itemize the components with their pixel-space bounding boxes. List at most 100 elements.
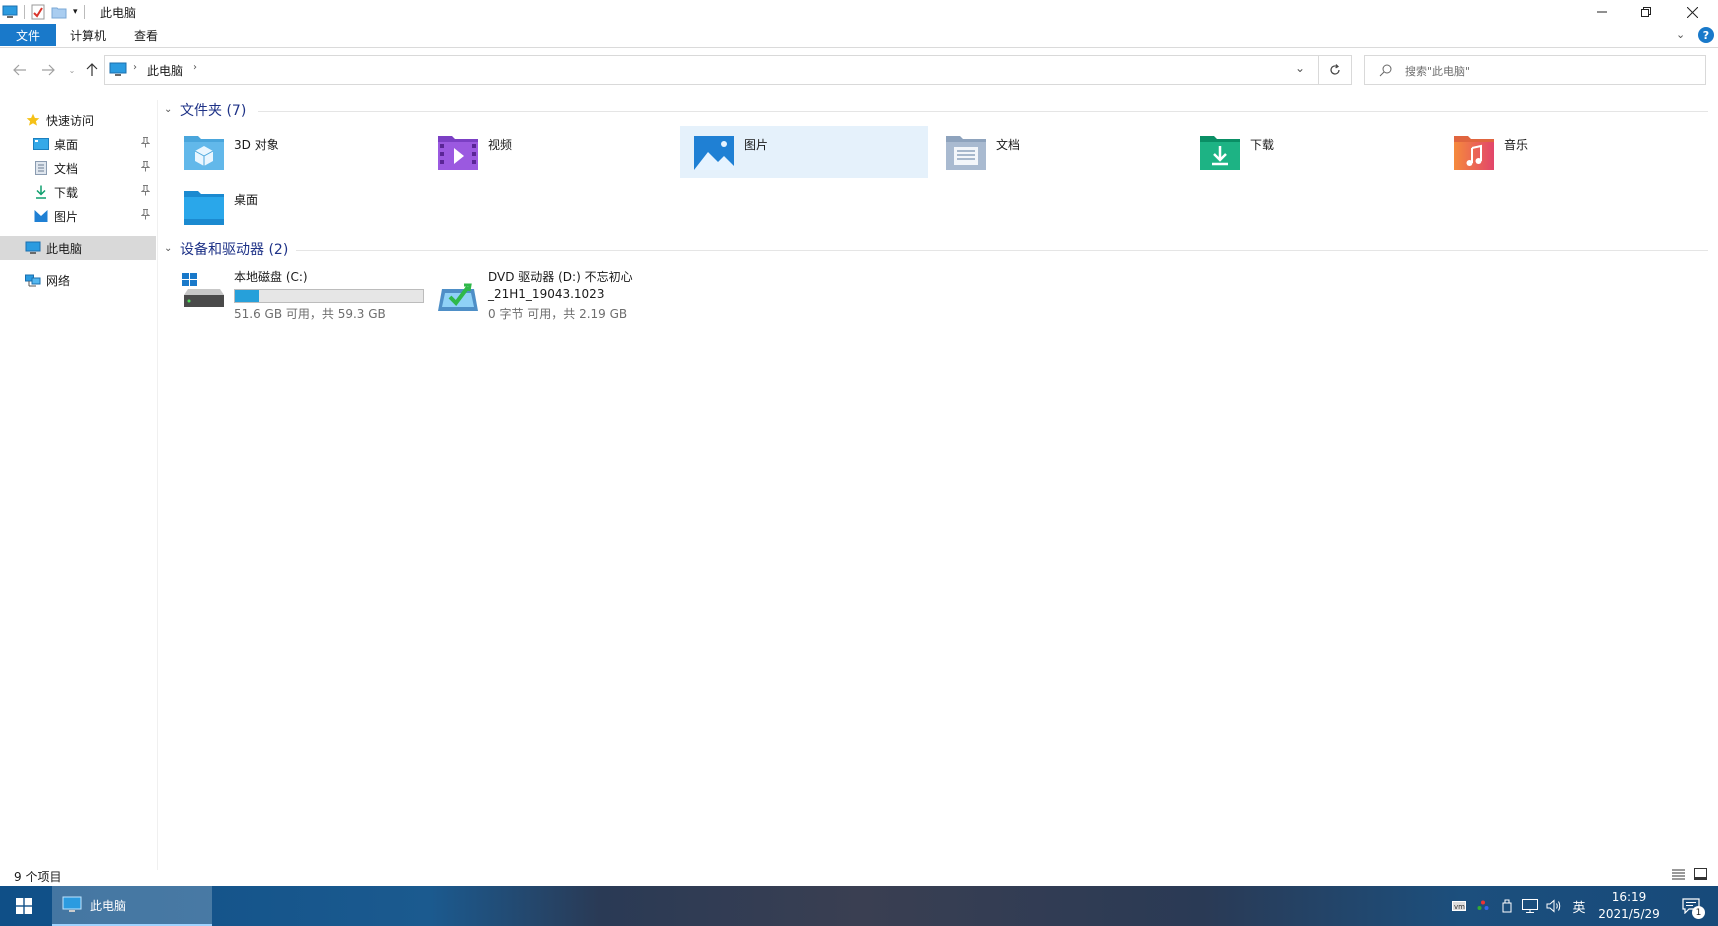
up-arrow-icon[interactable]: [82, 60, 102, 80]
network-icon: [24, 271, 42, 289]
folder-3d-objects[interactable]: 3D 对象: [170, 126, 418, 178]
properties-icon[interactable]: [31, 4, 45, 20]
address-history-chevron-icon[interactable]: ⌄: [1295, 61, 1305, 75]
folder-downloads[interactable]: 下载: [1186, 126, 1434, 178]
item-count: 9 个项目: [14, 870, 62, 884]
nav-item-pictures[interactable]: 图片: [0, 204, 156, 228]
collapse-chevron-icon[interactable]: ⌄: [164, 104, 172, 115]
close-button[interactable]: [1670, 0, 1714, 24]
group-divider: [296, 250, 1708, 251]
windows-logo-icon: [16, 898, 32, 914]
folder-name: 图片: [744, 138, 769, 152]
tab-view[interactable]: 查看: [126, 24, 166, 46]
nav-item-downloads[interactable]: 下载: [0, 180, 156, 204]
folder-music[interactable]: 音乐: [1440, 126, 1688, 178]
star-icon: [24, 111, 42, 129]
desktop-folder-icon: [180, 183, 228, 231]
group-header-folders[interactable]: 文件夹 (7): [180, 100, 246, 120]
taskbar: 此电脑 vm 英 16:19 2021/5/29 1: [0, 886, 1718, 926]
refresh-icon: [1329, 64, 1341, 76]
folder-name: 文档: [996, 138, 1021, 152]
nav-quick-access-label: 快速访问: [46, 113, 95, 128]
tab-computer[interactable]: 计算机: [62, 24, 114, 46]
clock-date: 2021/5/29: [1598, 907, 1660, 921]
folder-name: 3D 对象: [234, 138, 279, 152]
window-title: 此电脑: [100, 6, 137, 20]
breadcrumb-chevron-icon[interactable]: ›: [193, 62, 197, 73]
large-icons-view-icon[interactable]: [1694, 868, 1707, 880]
svg-text:vm: vm: [1454, 903, 1465, 911]
nav-item-label: 桌面: [54, 137, 79, 152]
pictures-folder-icon: [690, 128, 738, 176]
expand-ribbon-chevron-icon[interactable]: ⌄: [1676, 28, 1685, 41]
folder-name: 桌面: [234, 193, 259, 207]
clock-time: 16:19: [1611, 890, 1647, 904]
nav-quick-access[interactable]: 快速访问: [0, 108, 156, 132]
tab-file[interactable]: 文件: [0, 24, 56, 46]
volume-icon[interactable]: [1542, 886, 1566, 926]
search-box[interactable]: [1364, 55, 1706, 85]
nav-item-label: 图片: [54, 209, 79, 224]
network-status-icon[interactable]: [1518, 886, 1542, 926]
quick-access-toolbar: ▾: [0, 2, 91, 22]
color-app-icon[interactable]: [1472, 886, 1494, 926]
pictures-icon: [32, 207, 50, 225]
breadcrumb-chevron-icon[interactable]: ›: [133, 62, 137, 73]
search-input[interactable]: [1405, 62, 1695, 80]
nav-item-label: 此电脑: [46, 241, 83, 256]
help-icon[interactable]: ?: [1698, 27, 1714, 43]
details-view-icon[interactable]: [1672, 868, 1685, 880]
taskbar-app-this-pc[interactable]: 此电脑: [52, 886, 212, 926]
nav-item-this-pc[interactable]: 此电脑: [0, 236, 156, 260]
action-center-button[interactable]: 1: [1670, 886, 1712, 926]
forward-arrow-icon[interactable]: [38, 60, 58, 80]
this-pc-icon: [62, 896, 82, 914]
folder-videos[interactable]: 视频: [424, 126, 672, 178]
customize-toolbar-chevron-icon[interactable]: ▾: [73, 7, 78, 17]
pin-icon: [141, 137, 150, 148]
folder-name: 音乐: [1504, 138, 1529, 152]
nav-item-desktop[interactable]: 桌面: [0, 132, 156, 156]
vmware-tools-icon[interactable]: vm: [1448, 886, 1470, 926]
ribbon-tabs: 文件 计算机 查看 ⌄ ?: [0, 24, 1718, 48]
restore-button[interactable]: [1624, 0, 1668, 24]
input-method-indicator[interactable]: 英: [1566, 886, 1592, 926]
drive-free-space: 0 字节 可用，共 2.19 GB: [488, 307, 628, 321]
this-pc-icon: [109, 62, 127, 78]
folder-name: 视频: [488, 138, 513, 152]
pin-icon: [141, 209, 150, 220]
folder-documents[interactable]: 文档: [932, 126, 1180, 178]
refresh-button[interactable]: [1318, 55, 1352, 85]
drive-name-line-1: DVD 驱动器 (D:) 不忘初心: [488, 270, 633, 284]
drive-d[interactable]: DVD 驱动器 (D:) 不忘初心 _21H1_19043.1023 0 字节 …: [424, 265, 704, 321]
drive-usage-bar: [234, 289, 424, 303]
breadcrumb-this-pc[interactable]: 此电脑: [147, 62, 183, 79]
group-header-devices[interactable]: 设备和驱动器 (2): [180, 239, 288, 259]
notification-icon: 1: [1682, 898, 1705, 919]
back-arrow-icon[interactable]: [10, 60, 30, 80]
nav-item-documents[interactable]: 文档: [0, 156, 156, 180]
this-pc-icon: [2, 5, 18, 19]
new-folder-icon[interactable]: [51, 5, 67, 19]
nav-item-network[interactable]: 网络: [0, 268, 156, 292]
navigation-pane: 快速访问 桌面 文档 下载 图片 此电脑 网络: [0, 100, 158, 870]
hard-drive-icon: [180, 271, 228, 319]
folder-desktop[interactable]: 桌面: [170, 181, 418, 233]
address-bar[interactable]: › 此电脑 › ⌄: [104, 55, 1319, 85]
usb-device-icon[interactable]: [1496, 886, 1518, 926]
folder-pictures[interactable]: 图片: [680, 126, 928, 178]
3d-objects-folder-icon: [180, 128, 228, 176]
this-pc-icon: [24, 239, 42, 257]
recent-locations-chevron-icon[interactable]: ⌄: [62, 60, 82, 80]
nav-item-label: 文档: [54, 161, 79, 176]
clock[interactable]: 16:19 2021/5/29: [1594, 886, 1664, 926]
music-folder-icon: [1450, 128, 1498, 176]
start-button[interactable]: [0, 886, 48, 926]
minimize-button[interactable]: [1580, 0, 1624, 24]
collapse-chevron-icon[interactable]: ⌄: [164, 243, 172, 254]
pin-icon: [141, 185, 150, 196]
nav-item-label: 下载: [54, 185, 79, 200]
pin-icon: [141, 161, 150, 172]
drive-name: 本地磁盘 (C:): [234, 270, 308, 284]
drive-c[interactable]: 本地磁盘 (C:) 51.6 GB 可用，共 59.3 GB: [170, 265, 424, 321]
